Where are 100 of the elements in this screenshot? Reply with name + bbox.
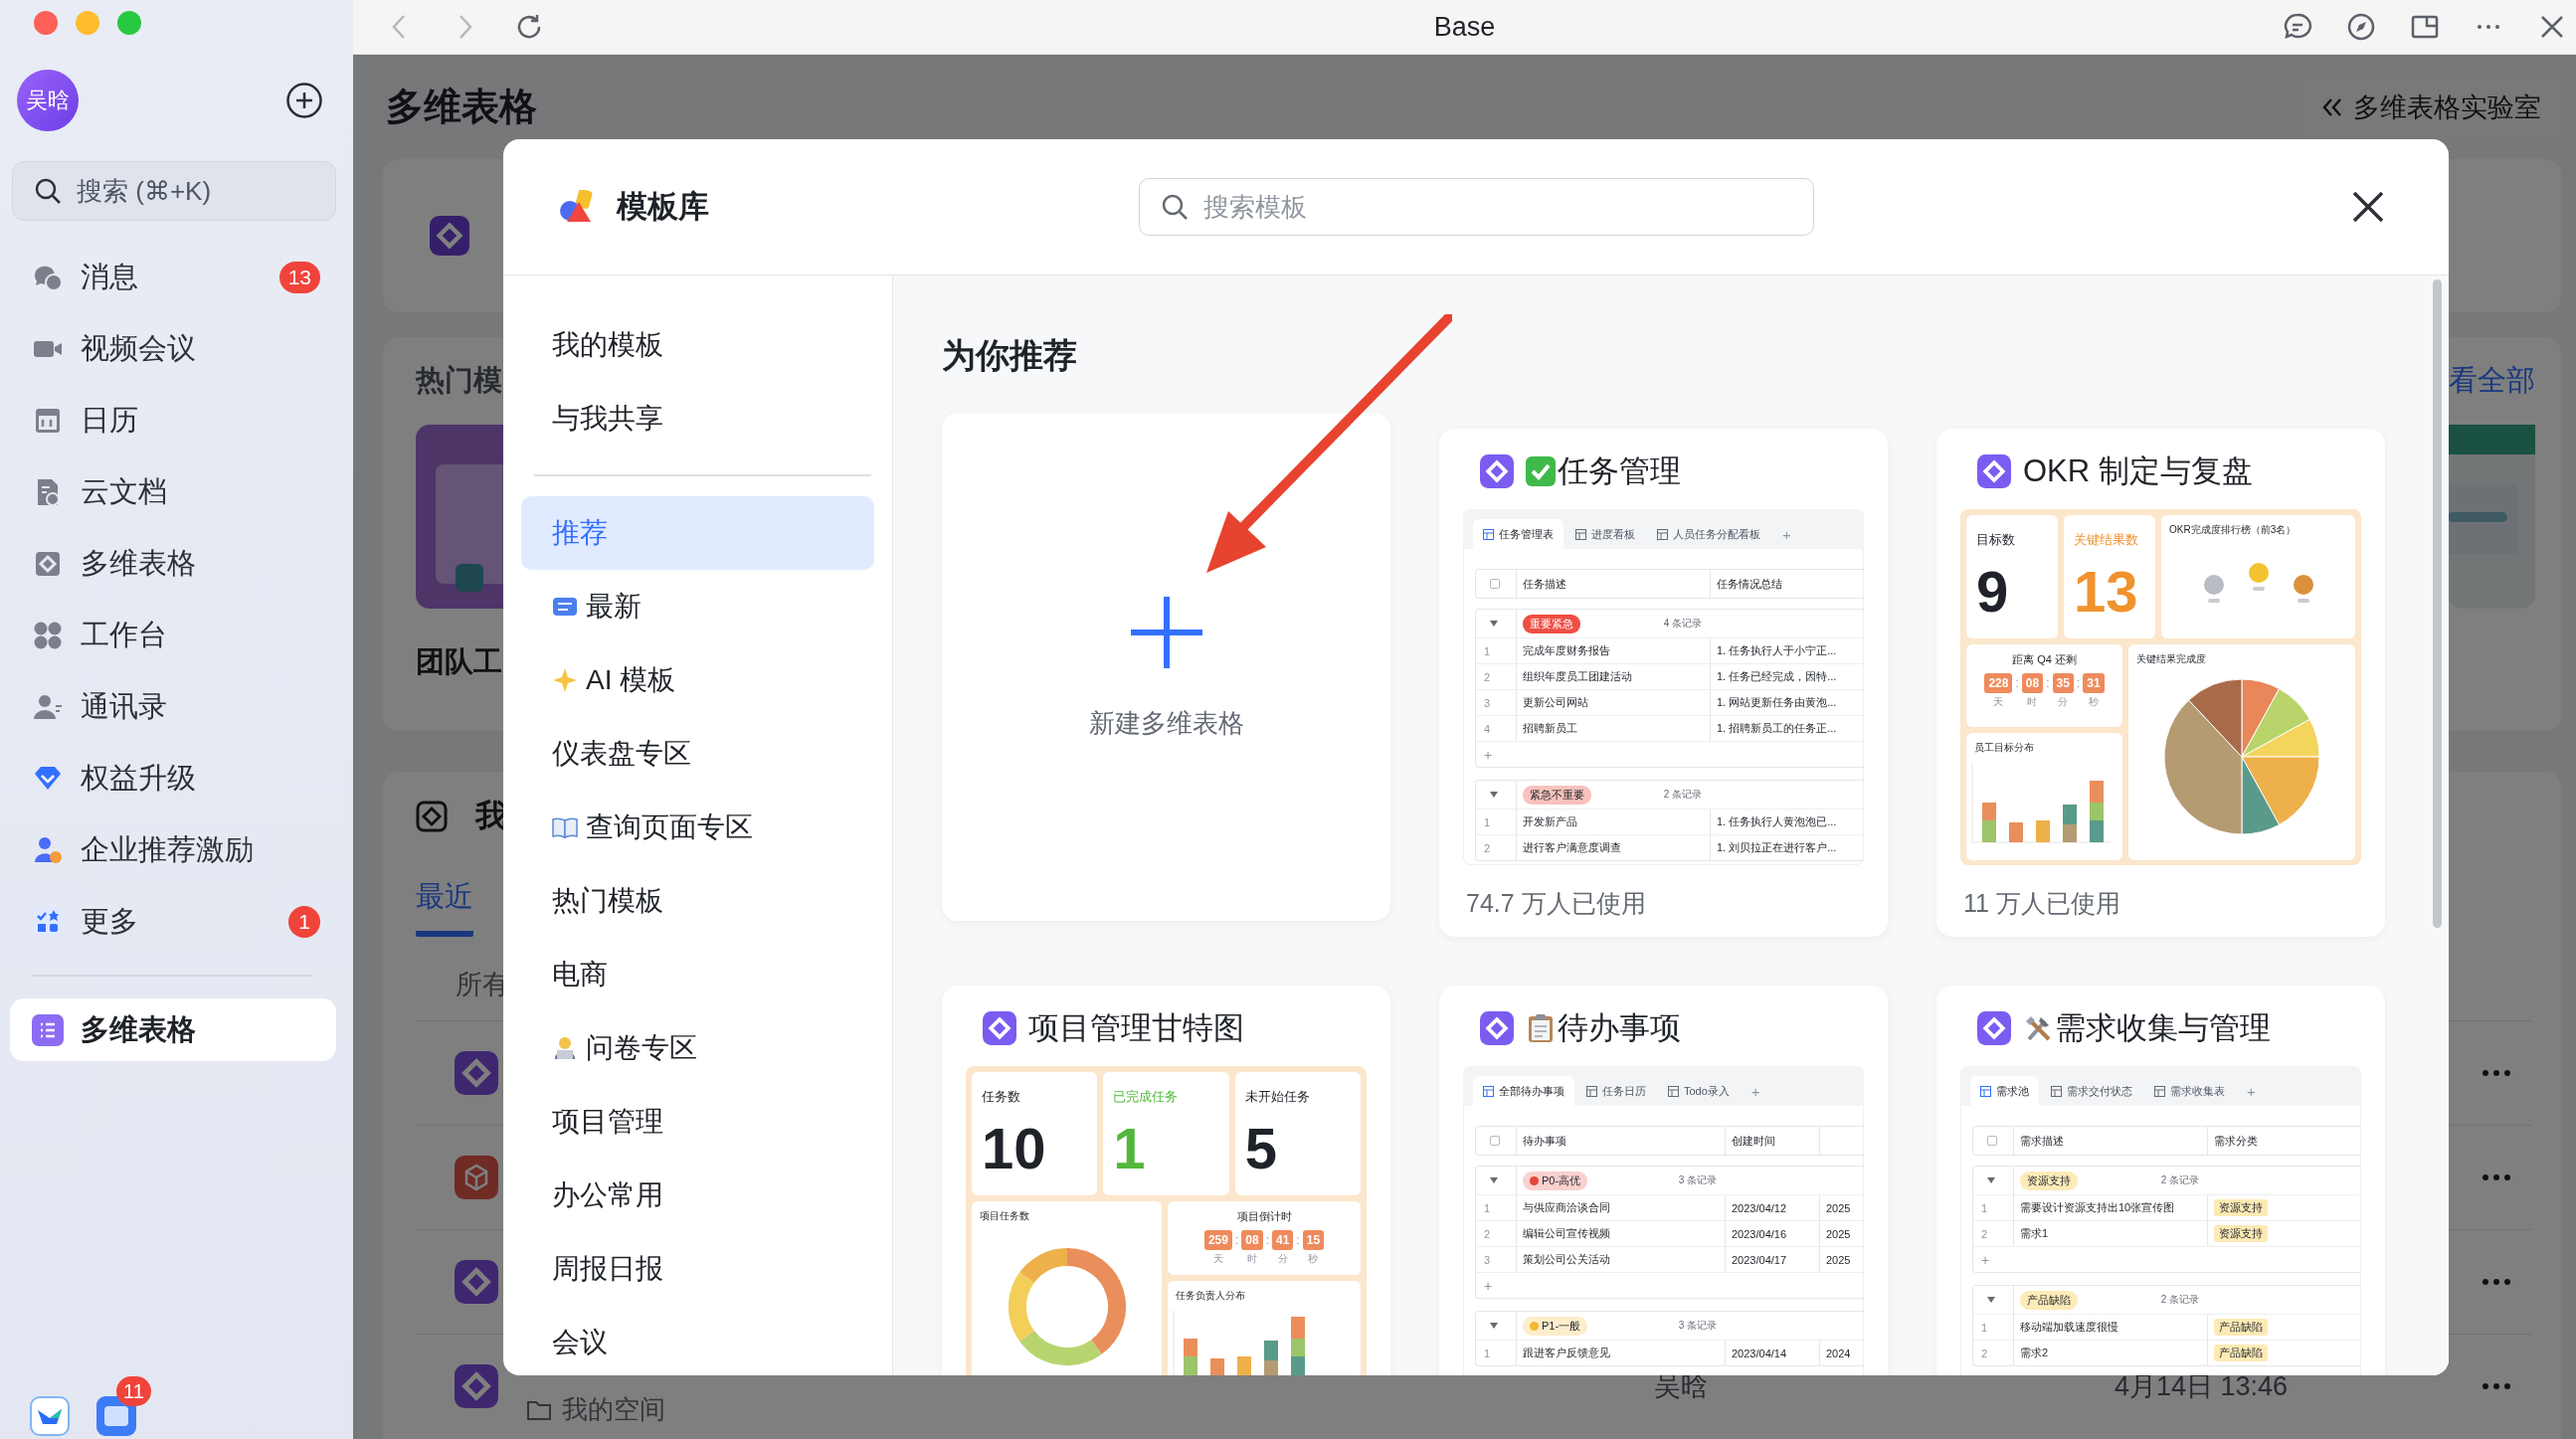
- compass-icon[interactable]: [2346, 12, 2376, 42]
- table-cell: 移动端加载速度很慢: [2020, 1320, 2118, 1335]
- nav-item[interactable]: 与我共享: [521, 382, 874, 455]
- checkbox[interactable]: [1490, 1136, 1500, 1146]
- bird-app-icon[interactable]: [30, 1396, 70, 1436]
- grid-icon: [32, 620, 64, 651]
- nav-item[interactable]: 热门模板: [521, 863, 874, 938]
- sidebar-item[interactable]: 视频会议: [32, 329, 196, 369]
- avatar[interactable]: 吴晗: [17, 70, 79, 131]
- base-icon[interactable]: [455, 1364, 498, 1408]
- caret-icon[interactable]: [1490, 1323, 1498, 1329]
- caret-icon[interactable]: [1987, 1177, 1995, 1183]
- app-icon[interactable]: [96, 1396, 136, 1436]
- caret-icon[interactable]: [1490, 792, 1498, 798]
- template-card[interactable]: [1439, 429, 1888, 937]
- bar: [2090, 803, 2104, 820]
- search-field[interactable]: 搜索 (⌘+K): [12, 161, 336, 221]
- view-tab[interactable]: 需求收集表: [2144, 1076, 2235, 1106]
- scrollbar[interactable]: [2433, 279, 2442, 928]
- view-tab[interactable]: 任务日历: [1576, 1076, 1656, 1106]
- sidebar-item[interactable]: 更多: [32, 902, 138, 942]
- view-tab[interactable]: 需求池: [1970, 1076, 2039, 1106]
- template-card[interactable]: 项目管理甘特图 任务数 10 已完成任务 1 未开始任务 5 项目任务数 项目倒计时 259 天 : 08 时 : 41 分 : 15 秒 任务负责人分布: [942, 986, 1390, 1375]
- view-tab[interactable]: 人员任务分配看板: [1647, 519, 1770, 549]
- nav-item[interactable]: 电商: [521, 937, 874, 1011]
- bar: [1210, 1358, 1224, 1375]
- search-icon: [34, 177, 62, 205]
- nav-item[interactable]: 办公常用: [521, 1158, 874, 1232]
- row-number: 2: [1483, 1227, 1492, 1240]
- nav-item[interactable]: 项目管理: [521, 1084, 874, 1159]
- group-tag: 产品缺陷: [2020, 1290, 2078, 1310]
- comment-icon[interactable]: [2283, 12, 2312, 42]
- table-cell: 需求2: [2020, 1346, 2049, 1360]
- bar: [2036, 820, 2050, 842]
- more-icon[interactable]: [2482, 1382, 2511, 1390]
- person-laptop-icon: [552, 1034, 578, 1061]
- nav-item[interactable]: 我的模板: [521, 308, 874, 382]
- nav-item[interactable]: 问卷专区: [521, 1010, 874, 1085]
- search-field[interactable]: 搜索模板: [1139, 178, 1814, 236]
- sidebar-item[interactable]: 工作台: [32, 616, 167, 655]
- section-title: 为你推荐: [942, 335, 1078, 376]
- row-number: 4: [1483, 722, 1492, 735]
- base-icon[interactable]: [455, 1260, 498, 1304]
- checkbox[interactable]: [1987, 1136, 1997, 1146]
- countdown-separator: :: [2046, 675, 2050, 690]
- checkbox[interactable]: [1490, 579, 1500, 589]
- more-icon[interactable]: [2482, 1173, 2511, 1181]
- nav-item[interactable]: 仪表盘专区: [521, 716, 874, 791]
- sidebar-item[interactable]: 通讯录: [32, 687, 167, 727]
- nav-item[interactable]: 推荐: [521, 495, 874, 570]
- row-number: 2: [1483, 841, 1492, 854]
- sidebar-item[interactable]: 日历: [32, 401, 138, 441]
- bar: [2009, 822, 2023, 842]
- table-icon: [2051, 1085, 2062, 1097]
- sidebar-item[interactable]: 云文档: [32, 472, 167, 512]
- add-icon[interactable]: [285, 82, 323, 119]
- more-icon[interactable]: [2482, 1278, 2511, 1286]
- sidebar-item[interactable]: 企业推荐激励: [32, 830, 254, 870]
- more-icon[interactable]: [2482, 1069, 2511, 1077]
- template-card[interactable]: 需求收集与管理 需求池 需求交付状态 需求收集表 + 需求描述 需求分类 资源支持 2 条记录 1 需要设计资源支持出10张宣传图 资源支持 2 需求1 资源支持 + 产品缺陷 2 条记录 1 移动端加载速度很慢 产品缺陷 2 需求2 产品缺陷: [1936, 986, 2385, 1375]
- view-tab[interactable]: 需求交付状态: [2041, 1076, 2142, 1106]
- nav-item[interactable]: 最新: [521, 569, 874, 643]
- caret-icon[interactable]: [1987, 1297, 1995, 1303]
- view-tab[interactable]: Todo录入: [1658, 1076, 1740, 1106]
- bar: [1982, 820, 1996, 842]
- table-icon: [1586, 1085, 1597, 1097]
- record-count: 2 条记录: [1663, 788, 1702, 802]
- sidebar-item[interactable]: 权益升级: [32, 759, 196, 799]
- nav-item[interactable]: AI 模板: [521, 642, 874, 717]
- view-tab[interactable]: 任务管理表: [1473, 519, 1564, 549]
- close-window-button[interactable]: [34, 11, 58, 35]
- group-tag: P1-一般: [1523, 1316, 1588, 1336]
- sidebar-item[interactable]: 消息: [32, 258, 138, 297]
- view-tab[interactable]: 进度看板: [1565, 519, 1645, 549]
- table-icon: [2154, 1085, 2165, 1097]
- caret-icon[interactable]: [1490, 1177, 1498, 1183]
- nav-item[interactable]: 查询页面专区: [521, 790, 874, 864]
- base-icon[interactable]: [455, 1051, 498, 1095]
- row-number: 1: [1483, 1201, 1492, 1214]
- count-badge: 13: [278, 262, 320, 293]
- record-count: 3 条记录: [1678, 1319, 1717, 1333]
- stat-value: 10: [982, 1120, 1047, 1177]
- sidebar-item[interactable]: 多维表格: [10, 998, 336, 1061]
- nav-item[interactable]: 周报日报: [521, 1231, 874, 1306]
- nav-item[interactable]: 会议: [521, 1305, 874, 1375]
- countdown-unit: 分: [2058, 695, 2069, 709]
- sidebar-item[interactable]: 多维表格: [32, 544, 196, 584]
- new-base-button[interactable]: 新建多维表格: [942, 413, 1390, 921]
- record-count: 3 条记录: [1678, 1173, 1717, 1187]
- window-title: Base: [1433, 11, 1496, 43]
- cube-icon[interactable]: [455, 1156, 498, 1199]
- view-tab[interactable]: 全部待办事项: [1473, 1076, 1574, 1106]
- close-icon[interactable]: [2351, 190, 2385, 224]
- card-title: 任务管理: [1558, 452, 1681, 490]
- template-card[interactable]: OKR 制定与复盘 目标数 9 关键结果数 13 OKR完成度排行榜（前3名） 距离 Q4 还剩 228 天 : 08 时 : 35 分 : 31 秒 员工目标分布 关键结果完成度 11 万人已使用: [1936, 429, 2385, 937]
- caret-icon[interactable]: [1490, 621, 1498, 627]
- table-cell: 跟进客户反馈意见: [1523, 1346, 1610, 1360]
- countdown-title: 项目倒计时: [1236, 1209, 1292, 1224]
- countdown-separator: :: [1296, 1232, 1300, 1247]
- template-card[interactable]: 待办事项 全部待办事项 任务日历 Todo录入 + 待办事项 创建时间 P0-高优 3 条记录 1 与供应商洽谈合同 2023/04/12 2025 2 编辑公司宣传视频 2023/04/16 2025 3 策划公司公关活动 2023/04/17 2025 + P1-一般 3 条记录 1 跟进客户反馈意见 2023/04/14 2024: [1439, 986, 1888, 1375]
